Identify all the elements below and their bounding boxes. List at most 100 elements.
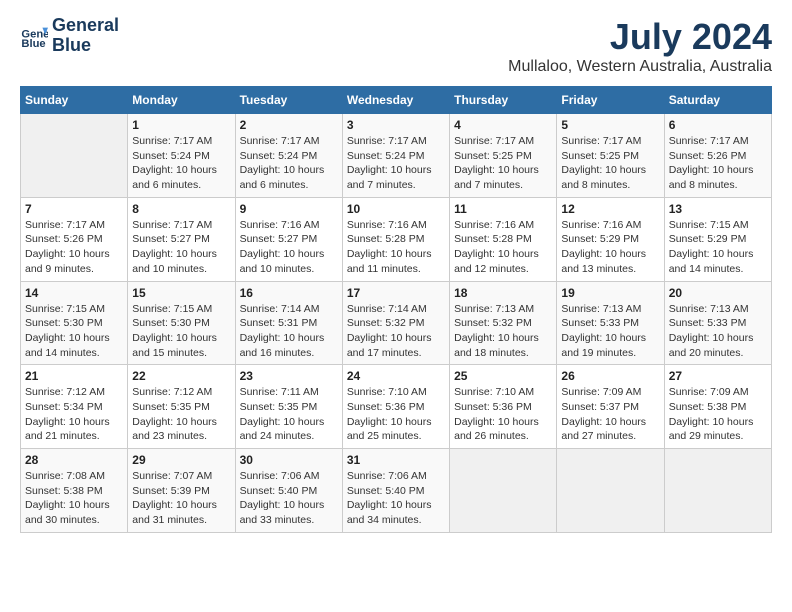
calendar-cell: 29 Sunrise: 7:07 AMSunset: 5:39 PMDaylig…: [128, 449, 235, 533]
calendar-table: Sunday Monday Tuesday Wednesday Thursday…: [20, 86, 772, 533]
calendar-cell: 26 Sunrise: 7:09 AMSunset: 5:37 PMDaylig…: [557, 365, 664, 449]
cell-info: Sunrise: 7:06 AMSunset: 5:40 PMDaylight:…: [240, 469, 338, 528]
cell-info: Sunrise: 7:17 AMSunset: 5:27 PMDaylight:…: [132, 218, 230, 277]
day-number: 16: [240, 286, 338, 300]
calendar-cell: 24 Sunrise: 7:10 AMSunset: 5:36 PMDaylig…: [342, 365, 449, 449]
day-number: 23: [240, 369, 338, 383]
header: General Blue General Blue July 2024 Mull…: [20, 16, 772, 76]
calendar-cell: 13 Sunrise: 7:15 AMSunset: 5:29 PMDaylig…: [664, 197, 771, 281]
calendar-cell: [664, 449, 771, 533]
cell-info: Sunrise: 7:11 AMSunset: 5:35 PMDaylight:…: [240, 385, 338, 444]
cell-info: Sunrise: 7:06 AMSunset: 5:40 PMDaylight:…: [347, 469, 445, 528]
calendar-cell: 27 Sunrise: 7:09 AMSunset: 5:38 PMDaylig…: [664, 365, 771, 449]
cell-info: Sunrise: 7:08 AMSunset: 5:38 PMDaylight:…: [25, 469, 123, 528]
logo-icon: General Blue: [20, 22, 48, 50]
calendar-cell: 7 Sunrise: 7:17 AMSunset: 5:26 PMDayligh…: [21, 197, 128, 281]
day-number: 1: [132, 118, 230, 132]
day-number: 26: [561, 369, 659, 383]
calendar-cell: 10 Sunrise: 7:16 AMSunset: 5:28 PMDaylig…: [342, 197, 449, 281]
day-number: 9: [240, 202, 338, 216]
day-number: 27: [669, 369, 767, 383]
cell-info: Sunrise: 7:16 AMSunset: 5:29 PMDaylight:…: [561, 218, 659, 277]
day-number: 3: [347, 118, 445, 132]
month-title: July 2024: [508, 16, 772, 58]
logo-line2: Blue: [52, 36, 119, 56]
calendar-week-2: 7 Sunrise: 7:17 AMSunset: 5:26 PMDayligh…: [21, 197, 772, 281]
calendar-cell: 12 Sunrise: 7:16 AMSunset: 5:29 PMDaylig…: [557, 197, 664, 281]
calendar-cell: 21 Sunrise: 7:12 AMSunset: 5:34 PMDaylig…: [21, 365, 128, 449]
cell-info: Sunrise: 7:17 AMSunset: 5:26 PMDaylight:…: [669, 134, 767, 193]
calendar-cell: 4 Sunrise: 7:17 AMSunset: 5:25 PMDayligh…: [450, 114, 557, 198]
calendar-week-3: 14 Sunrise: 7:15 AMSunset: 5:30 PMDaylig…: [21, 281, 772, 365]
day-number: 22: [132, 369, 230, 383]
cell-info: Sunrise: 7:16 AMSunset: 5:28 PMDaylight:…: [347, 218, 445, 277]
title-area: July 2024 Mullaloo, Western Australia, A…: [508, 16, 772, 76]
day-number: 30: [240, 453, 338, 467]
cell-info: Sunrise: 7:15 AMSunset: 5:29 PMDaylight:…: [669, 218, 767, 277]
col-wednesday: Wednesday: [342, 87, 449, 114]
calendar-cell: 15 Sunrise: 7:15 AMSunset: 5:30 PMDaylig…: [128, 281, 235, 365]
day-number: 25: [454, 369, 552, 383]
calendar-cell: 28 Sunrise: 7:08 AMSunset: 5:38 PMDaylig…: [21, 449, 128, 533]
calendar-cell: [450, 449, 557, 533]
day-number: 18: [454, 286, 552, 300]
day-number: 14: [25, 286, 123, 300]
cell-info: Sunrise: 7:07 AMSunset: 5:39 PMDaylight:…: [132, 469, 230, 528]
calendar-week-4: 21 Sunrise: 7:12 AMSunset: 5:34 PMDaylig…: [21, 365, 772, 449]
calendar-cell: 30 Sunrise: 7:06 AMSunset: 5:40 PMDaylig…: [235, 449, 342, 533]
cell-info: Sunrise: 7:13 AMSunset: 5:33 PMDaylight:…: [669, 302, 767, 361]
day-number: 8: [132, 202, 230, 216]
calendar-cell: 19 Sunrise: 7:13 AMSunset: 5:33 PMDaylig…: [557, 281, 664, 365]
day-number: 13: [669, 202, 767, 216]
day-number: 10: [347, 202, 445, 216]
cell-info: Sunrise: 7:17 AMSunset: 5:25 PMDaylight:…: [454, 134, 552, 193]
calendar-cell: [21, 114, 128, 198]
cell-info: Sunrise: 7:17 AMSunset: 5:24 PMDaylight:…: [132, 134, 230, 193]
cell-info: Sunrise: 7:16 AMSunset: 5:28 PMDaylight:…: [454, 218, 552, 277]
calendar-cell: 2 Sunrise: 7:17 AMSunset: 5:24 PMDayligh…: [235, 114, 342, 198]
day-number: 12: [561, 202, 659, 216]
cell-info: Sunrise: 7:09 AMSunset: 5:37 PMDaylight:…: [561, 385, 659, 444]
day-number: 31: [347, 453, 445, 467]
calendar-cell: 22 Sunrise: 7:12 AMSunset: 5:35 PMDaylig…: [128, 365, 235, 449]
calendar-cell: 6 Sunrise: 7:17 AMSunset: 5:26 PMDayligh…: [664, 114, 771, 198]
location-title: Mullaloo, Western Australia, Australia: [508, 58, 772, 76]
calendar-cell: 8 Sunrise: 7:17 AMSunset: 5:27 PMDayligh…: [128, 197, 235, 281]
calendar-cell: 9 Sunrise: 7:16 AMSunset: 5:27 PMDayligh…: [235, 197, 342, 281]
day-number: 28: [25, 453, 123, 467]
cell-info: Sunrise: 7:13 AMSunset: 5:32 PMDaylight:…: [454, 302, 552, 361]
calendar-cell: 14 Sunrise: 7:15 AMSunset: 5:30 PMDaylig…: [21, 281, 128, 365]
col-tuesday: Tuesday: [235, 87, 342, 114]
cell-info: Sunrise: 7:12 AMSunset: 5:34 PMDaylight:…: [25, 385, 123, 444]
calendar-cell: 3 Sunrise: 7:17 AMSunset: 5:24 PMDayligh…: [342, 114, 449, 198]
calendar-cell: 16 Sunrise: 7:14 AMSunset: 5:31 PMDaylig…: [235, 281, 342, 365]
calendar-cell: 23 Sunrise: 7:11 AMSunset: 5:35 PMDaylig…: [235, 365, 342, 449]
cell-info: Sunrise: 7:17 AMSunset: 5:24 PMDaylight:…: [347, 134, 445, 193]
calendar-body: 1 Sunrise: 7:17 AMSunset: 5:24 PMDayligh…: [21, 114, 772, 533]
cell-info: Sunrise: 7:17 AMSunset: 5:25 PMDaylight:…: [561, 134, 659, 193]
svg-text:Blue: Blue: [21, 38, 45, 50]
col-sunday: Sunday: [21, 87, 128, 114]
header-row: Sunday Monday Tuesday Wednesday Thursday…: [21, 87, 772, 114]
day-number: 21: [25, 369, 123, 383]
day-number: 15: [132, 286, 230, 300]
cell-info: Sunrise: 7:13 AMSunset: 5:33 PMDaylight:…: [561, 302, 659, 361]
col-thursday: Thursday: [450, 87, 557, 114]
col-monday: Monday: [128, 87, 235, 114]
day-number: 6: [669, 118, 767, 132]
calendar-cell: 17 Sunrise: 7:14 AMSunset: 5:32 PMDaylig…: [342, 281, 449, 365]
logo-line1: General: [52, 16, 119, 36]
day-number: 29: [132, 453, 230, 467]
day-number: 7: [25, 202, 123, 216]
calendar-cell: 25 Sunrise: 7:10 AMSunset: 5:36 PMDaylig…: [450, 365, 557, 449]
day-number: 4: [454, 118, 552, 132]
day-number: 24: [347, 369, 445, 383]
calendar-week-1: 1 Sunrise: 7:17 AMSunset: 5:24 PMDayligh…: [21, 114, 772, 198]
day-number: 17: [347, 286, 445, 300]
col-friday: Friday: [557, 87, 664, 114]
day-number: 5: [561, 118, 659, 132]
calendar-cell: 31 Sunrise: 7:06 AMSunset: 5:40 PMDaylig…: [342, 449, 449, 533]
logo-text: General Blue: [52, 16, 119, 56]
day-number: 19: [561, 286, 659, 300]
calendar-week-5: 28 Sunrise: 7:08 AMSunset: 5:38 PMDaylig…: [21, 449, 772, 533]
